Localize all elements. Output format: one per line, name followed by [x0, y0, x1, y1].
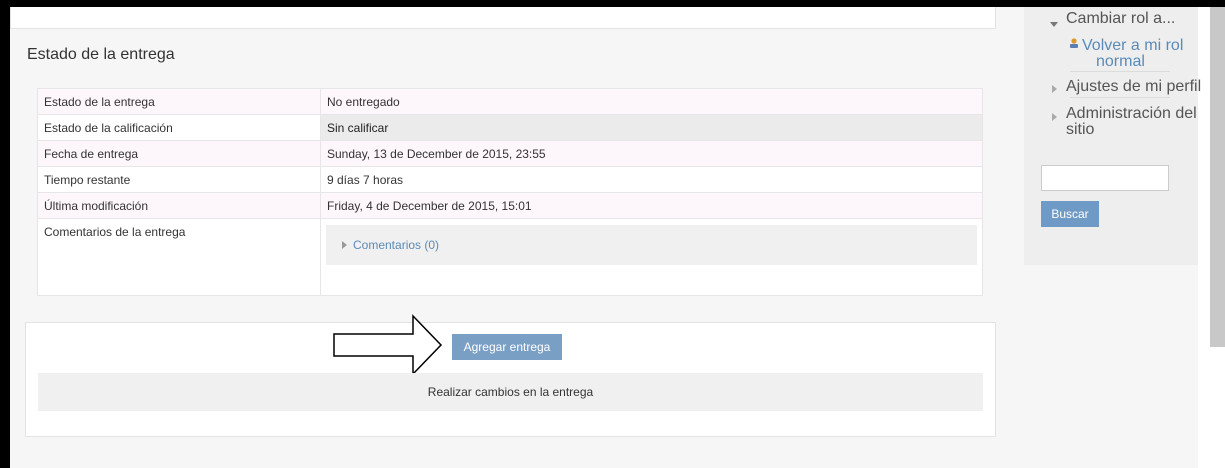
change-submission-text: Realizar cambios en la entrega	[38, 373, 983, 411]
table-row: Comentarios de la entrega Comentarios (0…	[37, 218, 983, 296]
table-row: Fecha de entrega Sunday, 13 de December …	[37, 140, 983, 167]
sidebar-item-switch-role[interactable]: Cambiar rol a...	[1066, 10, 1175, 28]
row-value: 9 días 7 horas	[320, 166, 983, 193]
sidebar-item-profile-settings[interactable]: Ajustes de mi perfil	[1066, 78, 1201, 96]
table-row: Tiempo restante 9 días 7 horas	[37, 166, 983, 193]
table-row: Última modificación Friday, 4 de Decembe…	[37, 192, 983, 219]
row-label: Tiempo restante	[37, 166, 321, 193]
row-value: Sin calificar	[320, 114, 983, 141]
chevron-right-icon	[1052, 108, 1057, 126]
row-value: Friday, 4 de December de 2015, 15:01	[320, 192, 983, 219]
page-title: Estado de la entrega	[27, 46, 175, 63]
previous-panel-bottom	[10, 7, 996, 29]
row-label: Comentarios de la entrega	[37, 218, 321, 296]
row-label: Fecha de entrega	[37, 140, 321, 167]
scrollbar-thumb[interactable]	[1210, 7, 1225, 347]
row-label: Estado de la calificación	[37, 114, 321, 141]
row-value: Sunday, 13 de December de 2015, 23:55	[320, 140, 983, 167]
collapse-triangle-icon	[1050, 14, 1058, 32]
screenshot-border-top	[0, 0, 1225, 7]
search-button[interactable]: Buscar	[1041, 201, 1099, 227]
expand-triangle-icon	[342, 241, 347, 249]
search-input[interactable]	[1041, 165, 1169, 191]
right-arrow-icon	[333, 314, 443, 376]
row-label: Estado de la entrega	[37, 88, 321, 115]
comments-cell: Comentarios (0)	[320, 218, 983, 296]
user-icon	[1070, 38, 1078, 48]
back-to-role-link-line2[interactable]: normal	[1096, 53, 1145, 71]
row-value: No entregado	[320, 88, 983, 115]
sidebar-item-site-admin-line2[interactable]: sitio	[1066, 121, 1094, 139]
chevron-right-icon	[1052, 80, 1057, 98]
table-row: Estado de la calificación Sin calificar	[37, 114, 983, 141]
sidebar-divider	[1070, 97, 1170, 98]
submission-status-table: Estado de la entrega No entregado Estado…	[37, 88, 983, 296]
comments-toggle[interactable]: Comentarios (0)	[326, 225, 977, 265]
table-row: Estado de la entrega No entregado	[37, 88, 983, 115]
screenshot-border-left	[0, 0, 10, 468]
sidebar-divider	[1070, 71, 1170, 72]
comments-link[interactable]: Comentarios (0)	[353, 238, 439, 252]
add-submission-button[interactable]: Agregar entrega	[452, 334, 562, 360]
row-label: Última modificación	[37, 192, 321, 219]
